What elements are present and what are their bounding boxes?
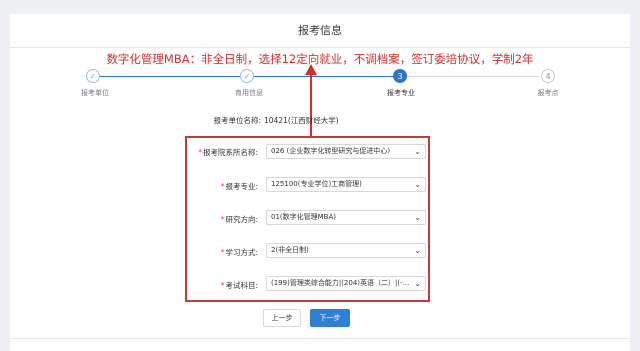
field-label-direction: *研究方向: <box>220 215 258 224</box>
step-2-check-icon: ✓ <box>240 69 254 83</box>
required-star: * <box>220 215 225 224</box>
step-3-indicator: 3 <box>393 69 407 83</box>
step-3-label: 报考专业 <box>387 89 415 97</box>
field-label-study-mode: *学习方式: <box>220 248 258 257</box>
required-star: * <box>220 182 225 191</box>
exam-subjects-select[interactable]: (199)管理类综合能力|(204)英语（二）|(-... ⌄ <box>266 276 426 291</box>
next-step-button[interactable]: 下一步 <box>310 309 350 327</box>
unit-label: 报考单位名称: <box>213 116 261 125</box>
progress-line-1 <box>100 76 240 77</box>
direction-select[interactable]: 01(数字化管理MBA) ⌄ <box>266 210 426 225</box>
required-star: * <box>198 148 202 157</box>
page-title: 报考信息 <box>298 24 342 37</box>
step-4-indicator: 4 <box>541 69 555 83</box>
field-label-exam-subjects: *考试科目: <box>220 281 258 290</box>
direction-select-value: 01(数字化管理MBA) <box>271 213 336 221</box>
chevron-down-icon: ⌄ <box>414 279 421 288</box>
step-1-label: 报考单位 <box>81 89 109 97</box>
chevron-down-icon: ⌄ <box>414 246 421 255</box>
annotation-text: 数字化管理MBA：非全日制，选择12定向就业，不调档案，签订委培协议，学制2年 <box>106 52 534 66</box>
study-mode-select[interactable]: 2(非全日制) ⌄ <box>266 243 426 258</box>
required-star: * <box>220 248 225 257</box>
prev-step-button[interactable]: 上一步 <box>263 309 301 327</box>
progress-line-3 <box>407 76 539 77</box>
progress-line-2 <box>254 76 393 77</box>
major-select[interactable]: 125100(专业学位)工商管理) ⌄ <box>266 177 426 192</box>
step-2-label: 育用信息 <box>235 89 263 97</box>
step-4-label: 报考点 <box>537 89 559 97</box>
title-divider <box>10 47 630 48</box>
required-star: * <box>220 281 225 290</box>
major-select-value: 125100(专业学位)工商管理) <box>271 180 362 188</box>
department-select[interactable]: 026 (企业数字化转型研究与促进中心) ⌄ <box>266 144 426 159</box>
chevron-down-icon: ⌄ <box>414 213 421 222</box>
unit-value: 10421(江西财经大学) <box>264 116 339 125</box>
field-label-major: *报考专业: <box>220 182 258 191</box>
department-select-value: 026 (企业数字化转型研究与促进中心) <box>271 147 391 155</box>
annotation-arrow-shaft <box>310 74 312 137</box>
bottom-divider <box>10 338 630 339</box>
field-label-department: *报考院系所名称: <box>198 148 258 157</box>
chevron-down-icon: ⌄ <box>414 180 421 189</box>
step-1-check-icon: ✓ <box>86 69 100 83</box>
study-mode-select-value: 2(非全日制) <box>271 246 309 254</box>
chevron-down-icon: ⌄ <box>414 147 421 156</box>
exam-subjects-select-value: (199)管理类综合能力|(204)英语（二）|(-... <box>271 279 410 287</box>
